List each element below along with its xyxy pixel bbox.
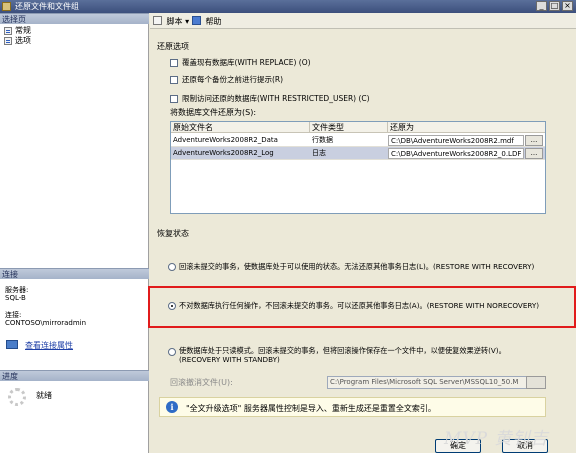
rollback-file-label: 回滚撤消文件(U):: [170, 378, 233, 387]
server-value: SQL-B: [5, 294, 26, 302]
minimize-button[interactable]: _: [536, 1, 547, 11]
page-icon: [4, 27, 12, 35]
cell-restore-path[interactable]: C:\DB\AdventureWorks2008R2.mdf: [388, 135, 524, 146]
prompt-label: 还原每个备份之前进行提示(R): [182, 75, 284, 84]
prompt-checkbox[interactable]: [170, 76, 178, 84]
restrict-access-label: 限制访问还原的数据库(WITH RESTRICTED_USER) (C): [182, 94, 370, 103]
grid-header-restore-as[interactable]: 还原为: [388, 122, 545, 133]
view-connection-properties-link[interactable]: 查看连接属性: [25, 340, 73, 351]
help-icon: [192, 16, 201, 25]
cell-original-name: AdventureWorks2008R2_Log: [173, 149, 274, 157]
file-grid[interactable]: 原始文件名 文件类型 还原为 AdventureWorks2008R2_Data…: [170, 121, 546, 214]
page-icon: [4, 37, 12, 45]
radio-with-recovery[interactable]: [168, 263, 176, 271]
restrict-access-checkbox[interactable]: [170, 95, 178, 103]
script-button[interactable]: 脚本 ▾: [153, 16, 189, 27]
radio-with-norecovery[interactable]: [168, 302, 176, 310]
connection-value: CONTOSO\mirroradmin: [5, 319, 87, 327]
info-text: "全文升级选项" 服务器属性控制是导入、重新生成还是重置全文索引。: [186, 404, 436, 413]
rollback-file-input[interactable]: C:\Program Files\Microsoft SQL Server\MS…: [327, 376, 546, 389]
chevron-down-icon[interactable]: ▾: [185, 17, 189, 26]
restore-options-title: 还原选项: [157, 42, 189, 51]
toolbar: 脚本 ▾ 帮助: [150, 13, 576, 29]
browse-button[interactable]: ...: [525, 148, 543, 159]
script-icon: [153, 16, 162, 25]
cell-original-name: AdventureWorks2008R2_Data: [173, 136, 278, 144]
cell-file-type: 行数据: [312, 136, 333, 144]
progress-status: 就绪: [36, 391, 52, 400]
recovery-state-title: 恢复状态: [157, 229, 189, 238]
grid-header: 原始文件名 文件类型 还原为: [171, 122, 545, 133]
help-label: 帮助: [205, 17, 222, 26]
table-row[interactable]: AdventureWorks2008R2_Log 日志 C:\DB\Advent…: [171, 147, 545, 160]
overwrite-label: 覆盖现有数据库(WITH REPLACE) (O): [182, 58, 311, 67]
grid-header-original-name[interactable]: 原始文件名: [171, 122, 310, 133]
close-button[interactable]: ×: [562, 1, 573, 11]
maximize-button[interactable]: □: [549, 1, 560, 11]
rollback-browse-button[interactable]: [526, 376, 546, 389]
select-page-header: 选择页: [0, 13, 149, 24]
help-button[interactable]: 帮助: [192, 16, 222, 27]
radio-with-recovery-label: 回滚未提交的事务，使数据库处于可以使用的状态。无法还原其他事务日志(L)。(RE…: [179, 262, 535, 271]
restore-as-label: 将数据库文件还原为(S):: [170, 108, 257, 117]
progress-spinner-icon: [8, 388, 26, 406]
title-bar: 还原文件和文件组 _ □ ×: [0, 0, 576, 13]
watermark: MVP 黄钊吉: [444, 429, 549, 449]
cell-file-type: 日志: [312, 149, 326, 157]
radio-with-norecovery-label: 不对数据库执行任何操作，不回滚未提交的事务。可以还原其他事务日志(A)。(RES…: [179, 301, 540, 310]
grid-header-file-type[interactable]: 文件类型: [310, 122, 388, 133]
page-item-label: 选项: [15, 36, 31, 45]
script-label: 脚本: [166, 17, 183, 26]
connection-header: 连接: [0, 268, 149, 279]
info-bar: i "全文升级选项" 服务器属性控制是导入、重新生成还是重置全文索引。: [159, 397, 546, 417]
app-icon: [2, 2, 11, 11]
page-item-options[interactable]: 选项: [4, 36, 31, 46]
left-pane: 选择页 常规 选项 连接 服务器: SQL-B 连接: CONTOSO\mirr…: [0, 13, 149, 453]
overwrite-checkbox[interactable]: [170, 59, 178, 67]
progress-header: 进度: [0, 370, 149, 381]
right-pane: 脚本 ▾ 帮助 还原选项 覆盖现有数据库(WITH REPLACE) (O) 还…: [148, 13, 576, 453]
cell-restore-path[interactable]: C:\DB\AdventureWorks2008R2_0.LDF: [388, 148, 524, 159]
window-title: 还原文件和文件组: [15, 2, 79, 11]
browse-button[interactable]: ...: [525, 135, 543, 146]
info-icon: i: [166, 401, 178, 413]
radio-with-standby-label-2: (RECOVERY WITH STANDBY): [179, 355, 280, 364]
page-item-general[interactable]: 常规: [4, 26, 31, 36]
page-item-label: 常规: [15, 26, 31, 35]
radio-with-standby[interactable]: [168, 348, 176, 356]
table-row[interactable]: AdventureWorks2008R2_Data 行数据 C:\DB\Adve…: [171, 134, 545, 147]
connection-properties-icon: [6, 340, 18, 349]
